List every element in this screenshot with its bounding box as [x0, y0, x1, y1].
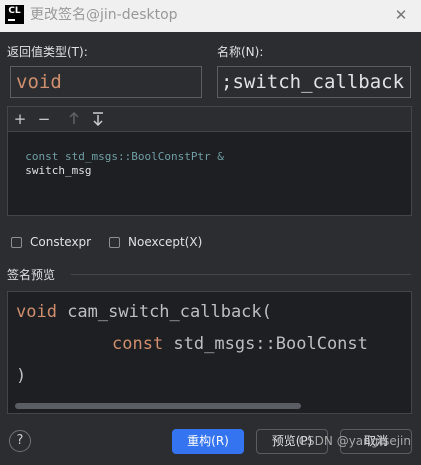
return-type-input[interactable]: void: [10, 66, 202, 98]
return-type-label: 返回值类型(T):: [7, 45, 88, 59]
close-icon[interactable]: ✕: [389, 4, 413, 26]
preview-function-name: cam_switch_callback(: [56, 302, 272, 322]
return-type-value: void: [16, 71, 62, 93]
refactor-button[interactable]: 重构(R): [172, 429, 244, 454]
section-divider: [71, 274, 411, 275]
help-icon[interactable]: ?: [9, 430, 31, 452]
parameter-row[interactable]: const std_msgs::BoolConstPtr & switch_ms…: [12, 136, 224, 178]
arrow-down-icon[interactable]: [88, 107, 108, 131]
preview-line-2: const std_msgs::BoolConst: [112, 334, 368, 354]
name-label: 名称(N):: [217, 45, 264, 59]
preview-scrollbar[interactable]: [15, 403, 301, 409]
noexcept-label: Noexcept(X): [128, 235, 203, 249]
parameter-type: const std_msgs::BoolConstPtr &: [25, 150, 224, 163]
toolbar-divider: [8, 131, 411, 132]
minus-icon[interactable]: −: [34, 107, 54, 131]
watermark: CSDN @yangtsejin: [298, 434, 411, 448]
preview-line-3: ): [16, 366, 27, 386]
parameter-name: switch_msg: [25, 164, 92, 177]
arrow-up-icon[interactable]: [64, 107, 84, 131]
preview-line-1: void cam_switch_callback(: [16, 302, 272, 322]
preview-param-type: std_msgs::BoolConst: [163, 334, 368, 354]
noexcept-checkbox[interactable]: [109, 237, 120, 248]
title-bar: CL 更改签名@jin-desktop ✕: [0, 0, 421, 32]
signature-preview: void cam_switch_callback( const std_msgs…: [7, 291, 412, 414]
preview-keyword-void: void: [16, 302, 57, 322]
name-value: ;switch_callback: [221, 71, 405, 93]
window-title: 更改签名@jin-desktop: [30, 7, 178, 23]
logo-text: CL: [8, 6, 21, 16]
plus-icon[interactable]: +: [10, 107, 30, 131]
constexpr-checkbox[interactable]: [11, 237, 22, 248]
preview-keyword-const: const: [112, 334, 164, 354]
parameters-toolbar: + −: [8, 107, 411, 131]
clion-logo-icon: CL: [5, 5, 24, 24]
constexpr-label: Constexpr: [30, 235, 92, 249]
name-input[interactable]: ;switch_callback: [217, 66, 411, 98]
signature-preview-label: 签名预览: [7, 268, 56, 282]
